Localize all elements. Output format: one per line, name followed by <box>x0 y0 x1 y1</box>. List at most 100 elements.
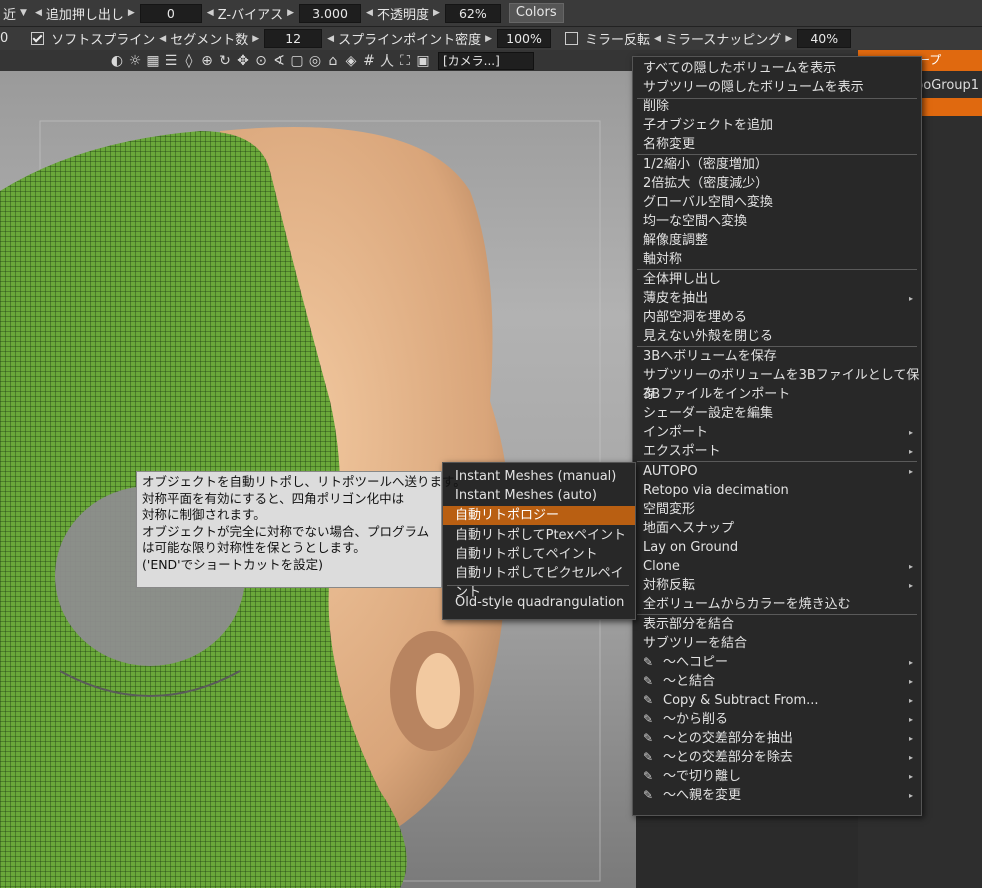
arrow-left-icon[interactable]: ◀ <box>653 34 662 44</box>
arrow-right-icon[interactable]: ▶ <box>127 8 136 18</box>
menu-item[interactable]: Clone ▸ <box>633 557 921 576</box>
submenu-item[interactable]: Old-style quadrangulation <box>443 593 635 612</box>
toolbar-second: 0 ソフトスプライン ◀ セグメント数 ▶ 12 ◀ スプラインポイント密度 ▶… <box>0 27 982 51</box>
move-icon[interactable]: ✥ <box>234 53 252 69</box>
menu-item[interactable]: 3Bファイルをインポート <box>633 385 921 404</box>
fullscreen-icon[interactable]: ⛶ <box>396 53 414 69</box>
frame-icon[interactable]: ▢ <box>288 53 306 69</box>
menu-item[interactable]: 削除 <box>633 97 921 116</box>
menu-item[interactable]: 3Bへボリュームを保存 <box>633 347 921 366</box>
menu-item[interactable]: 軸対称 <box>633 250 921 269</box>
near-dropdown-icon[interactable]: ▼ <box>19 8 28 18</box>
pencil-icon: ✎ <box>643 769 654 783</box>
segments-input[interactable]: 12 <box>264 29 323 48</box>
hash-icon[interactable]: # <box>360 53 378 69</box>
menu-item[interactable]: サブツリーを結合 <box>633 634 921 653</box>
menu-item[interactable]: 表示部分を結合 <box>633 615 921 634</box>
menu-item[interactable]: 全体押し出し <box>633 270 921 289</box>
menu-item[interactable]: ✎ ～との交差部分を除去 ▸ <box>633 748 921 767</box>
menu-item[interactable]: 内部空洞を埋める <box>633 308 921 327</box>
submenu-item[interactable]: 自動リトポしてペイント <box>443 545 635 564</box>
arrow-right-icon[interactable]: ▶ <box>251 34 260 44</box>
pencil-icon: ✎ <box>643 674 654 688</box>
arrow-right-icon[interactable]: ▶ <box>432 8 441 18</box>
mirror-checkbox[interactable] <box>565 32 579 45</box>
zbias-input[interactable]: 3.000 <box>299 3 362 23</box>
angle-icon[interactable]: ∢ <box>270 53 288 69</box>
arrow-right-icon[interactable]: ▶ <box>286 8 295 18</box>
arrow-left-icon[interactable]: ◀ <box>206 8 215 18</box>
light-icon[interactable]: ☼ <box>126 53 144 69</box>
menu-item[interactable]: ✎ ～へコピー ▸ <box>633 653 921 672</box>
menu-item[interactable]: 解像度調整 <box>633 231 921 250</box>
menu-item[interactable]: ✎ ～と結合 ▸ <box>633 672 921 691</box>
soft-spline-label: ソフトスプライン <box>51 33 156 48</box>
menu-item[interactable]: 1/2縮小（密度増加） <box>633 155 921 174</box>
spline-density-input[interactable]: 100% <box>497 29 552 48</box>
menu-item[interactable]: 薄皮を抽出 ▸ <box>633 289 921 308</box>
submenu-item[interactable]: Instant Meshes (auto) <box>443 486 635 505</box>
menu-item[interactable]: ✎ ～から削る ▸ <box>633 710 921 729</box>
menu-item[interactable]: シェーダー設定を編集 <box>633 404 921 423</box>
colors-button[interactable]: Colors <box>508 3 564 23</box>
menu-item[interactable]: サブツリーの隠したボリュームを表示 <box>633 78 921 97</box>
right-panel-group[interactable]: poGroup1 <box>915 78 979 93</box>
menu-item[interactable]: インポート ▸ <box>633 423 921 442</box>
submenu-arrow-icon: ▸ <box>908 715 913 724</box>
level-icon[interactable]: ☰ <box>162 53 180 69</box>
submenu-item[interactable]: 自動リトポしてピクセルペイント <box>443 564 635 600</box>
submenu-item[interactable]: 自動リトポしてPtexペイント <box>443 526 635 545</box>
rotate-icon[interactable]: ↻ <box>216 53 234 69</box>
mirror-label: ミラー反転 <box>585 33 651 48</box>
zoom-icon[interactable]: ⊙ <box>252 53 270 69</box>
contrast-icon[interactable]: ◐ <box>108 53 126 69</box>
menu-item[interactable]: Retopo via decimation <box>633 481 921 500</box>
arrow-left-icon[interactable]: ◀ <box>326 34 335 44</box>
menu-item[interactable]: ✎ Copy & Subtract From... ▸ <box>633 691 921 710</box>
menu-item[interactable]: サブツリーのボリュームを3Bファイルとして保存 <box>633 366 921 402</box>
cube-icon[interactable]: ◈ <box>342 53 360 69</box>
image-icon[interactable]: ▣ <box>414 53 432 69</box>
menu-item[interactable]: 地面へスナップ <box>633 519 921 538</box>
arrow-left-icon[interactable]: ◀ <box>34 8 43 18</box>
camera-select[interactable]: [カメラ...] <box>438 51 534 70</box>
menu-item[interactable]: ✎ ～へ親を変更 ▸ <box>633 786 921 805</box>
menu-item[interactable]: 均一な空間へ変換 <box>633 212 921 231</box>
menu-item[interactable]: すべての隠したボリュームを表示 <box>633 59 921 78</box>
extrude-input[interactable]: 0 <box>139 3 202 23</box>
menu-item[interactable]: 子オブジェクトを追加 <box>633 116 921 135</box>
arrow-right-icon[interactable]: ▶ <box>784 34 793 44</box>
grid-icon[interactable]: ▦ <box>144 53 162 69</box>
menu-item[interactable]: 対称反転 ▸ <box>633 576 921 595</box>
menu-item[interactable]: 名称変更 <box>633 135 921 154</box>
submenu-item-highlighted[interactable]: 自動リトポロジー <box>443 506 635 525</box>
menu-item[interactable]: AUTOPO ▸ <box>633 462 921 481</box>
mirror-snap-input[interactable]: 40% <box>797 29 852 48</box>
menu-item[interactable]: ✎ ～で切り離し ▸ <box>633 767 921 786</box>
soft-spline-checkbox[interactable] <box>31 32 45 45</box>
tooltip-line: オブジェクトを自動リトポし、リトポツールへ送ります。 <box>142 474 466 489</box>
home-icon[interactable]: ⌂ <box>324 53 342 69</box>
opacity-input[interactable]: 62% <box>444 3 501 23</box>
menu-item[interactable]: エクスポート ▸ <box>633 442 921 461</box>
menu-item[interactable]: 2倍拡大（密度減少） <box>633 174 921 193</box>
menu-item[interactable]: Lay on Ground <box>633 538 921 557</box>
menu-item[interactable]: グローバル空間へ変換 <box>633 193 921 212</box>
person-icon[interactable]: 人 <box>378 51 396 71</box>
submenu-arrow-icon: ▸ <box>908 753 913 762</box>
submenu-item[interactable]: Instant Meshes (manual) <box>443 467 635 486</box>
menu-item[interactable]: 見えない外殻を閉じる <box>633 327 921 346</box>
arrow-left-icon[interactable]: ◀ <box>158 34 167 44</box>
focus-icon[interactable]: ◎ <box>306 53 324 69</box>
arrow-left-icon[interactable]: ◀ <box>365 8 374 18</box>
arrow-right-icon[interactable]: ▶ <box>484 34 493 44</box>
menu-item[interactable]: 全ボリュームからカラーを焼き込む <box>633 595 921 614</box>
menu-item[interactable]: ✎ ～との交差部分を抽出 ▸ <box>633 729 921 748</box>
drop-icon[interactable]: ◊ <box>180 53 198 69</box>
near-label: 近 <box>3 7 17 23</box>
toolbar-top: 近 ▼ ◀ 追加押し出し ▶ 0 ◀ Z-バイアス ▶ 3.000 ◀ 不透明度… <box>0 0 982 27</box>
spline-density-label: スプラインポイント密度 <box>338 33 482 48</box>
transform-icon[interactable]: ⊕ <box>198 53 216 69</box>
submenu-arrow-icon: ▸ <box>908 467 913 476</box>
menu-item[interactable]: 空間変形 <box>633 500 921 519</box>
